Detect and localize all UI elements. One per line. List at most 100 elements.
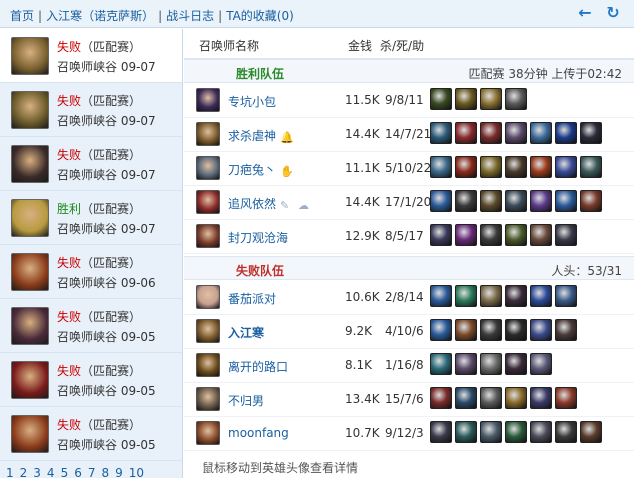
summoner-name-link[interactable]: 专坑小包 (228, 93, 276, 110)
item-icon[interactable] (530, 156, 552, 178)
item-icon[interactable] (505, 156, 527, 178)
item-icon[interactable] (505, 421, 527, 443)
page-link[interactable]: 8 (101, 466, 109, 478)
item-icon[interactable] (555, 387, 577, 409)
champion-icon[interactable] (196, 88, 220, 112)
champion-icon[interactable] (196, 285, 220, 309)
game-list-item[interactable]: 失败（匹配赛） 召唤师峡谷 09-05 (0, 407, 182, 461)
item-icon[interactable] (530, 387, 552, 409)
game-list-item[interactable]: 失败（匹配赛） 召唤师峡谷 09-05 (0, 299, 182, 353)
item-icon[interactable] (580, 122, 602, 144)
battle-log-link[interactable]: 战斗日志 (166, 9, 214, 23)
item-icon[interactable] (430, 156, 452, 178)
game-list-item[interactable]: 胜利（匹配赛） 召唤师峡谷 09-07 (0, 191, 182, 245)
item-icon[interactable] (505, 387, 527, 409)
item-icon[interactable] (430, 387, 452, 409)
page-link[interactable]: 7 (88, 466, 96, 478)
breadcrumb-home-link[interactable]: 首页 (10, 9, 34, 23)
summoner-name-link[interactable]: 离开的路口 (228, 358, 288, 375)
item-icon[interactable] (430, 285, 452, 307)
item-icon[interactable] (555, 319, 577, 341)
item-icon[interactable] (580, 421, 602, 443)
item-icon[interactable] (505, 285, 527, 307)
item-icon[interactable] (430, 421, 452, 443)
item-icon[interactable] (555, 421, 577, 443)
item-icon[interactable] (455, 421, 477, 443)
summoner-name-link[interactable]: moonfang (228, 426, 289, 440)
item-icon[interactable] (480, 190, 502, 212)
item-icon[interactable] (555, 122, 577, 144)
arrow-left-icon[interactable]: ← (576, 4, 594, 22)
game-list-item[interactable]: 失败（匹配赛） 召唤师峡谷 09-05 (0, 353, 182, 407)
summoner-name-link[interactable]: 入江寒 (228, 324, 264, 341)
summoner-name-link[interactable]: 追风依然 ✎ ☁ (228, 195, 312, 212)
item-icon[interactable] (430, 353, 452, 375)
item-icon[interactable] (430, 122, 452, 144)
page-link[interactable]: 4 (47, 466, 55, 478)
item-icon[interactable] (530, 353, 552, 375)
item-icon[interactable] (530, 122, 552, 144)
champion-icon[interactable] (196, 319, 220, 343)
item-icon[interactable] (480, 122, 502, 144)
item-icon[interactable] (530, 319, 552, 341)
item-icon[interactable] (455, 353, 477, 375)
summoner-name-link[interactable]: 刀疤兔丶 ✋ (228, 161, 294, 178)
game-list-item[interactable]: 失败（匹配赛） 召唤师峡谷 09-06 (0, 245, 182, 299)
favorites-link[interactable]: TA的收藏(0) (226, 9, 294, 23)
refresh-icon[interactable]: ↻ (604, 4, 622, 22)
champion-icon[interactable] (196, 156, 220, 180)
item-icon[interactable] (455, 319, 477, 341)
item-icon[interactable] (505, 190, 527, 212)
champion-icon[interactable] (196, 421, 220, 445)
breadcrumb-player-link[interactable]: 入江寒（诺克萨斯） (46, 9, 154, 23)
item-icon[interactable] (555, 190, 577, 212)
item-icon[interactable] (430, 224, 452, 246)
page-link[interactable]: 3 (33, 466, 41, 478)
page-link[interactable]: 9 (115, 466, 123, 478)
item-icon[interactable] (480, 285, 502, 307)
item-icon[interactable] (530, 190, 552, 212)
item-icon[interactable] (580, 190, 602, 212)
champion-icon[interactable] (196, 353, 220, 377)
item-icon[interactable] (555, 156, 577, 178)
item-icon[interactable] (480, 88, 502, 110)
summoner-name-link[interactable]: 番茄派对 (228, 290, 276, 307)
item-icon[interactable] (455, 122, 477, 144)
page-link[interactable]: 1 (6, 466, 14, 478)
item-icon[interactable] (480, 421, 502, 443)
item-icon[interactable] (505, 88, 527, 110)
item-icon[interactable] (430, 88, 452, 110)
item-icon[interactable] (580, 156, 602, 178)
item-icon[interactable] (555, 285, 577, 307)
page-link[interactable]: 6 (74, 466, 82, 478)
game-list-item[interactable]: 失败（匹配赛） 召唤师峡谷 09-07 (0, 83, 182, 137)
item-icon[interactable] (530, 224, 552, 246)
item-icon[interactable] (455, 224, 477, 246)
page-link[interactable]: 5 (61, 466, 69, 478)
game-list-item[interactable]: 失败（匹配赛） 召唤师峡谷 09-07 (0, 29, 182, 83)
item-icon[interactable] (480, 224, 502, 246)
champion-icon[interactable] (196, 387, 220, 411)
page-link[interactable]: 2 (20, 466, 28, 478)
item-icon[interactable] (455, 156, 477, 178)
champion-icon[interactable] (196, 224, 220, 248)
summoner-name-link[interactable]: 封刀观沧海 (228, 229, 288, 246)
item-icon[interactable] (530, 421, 552, 443)
item-icon[interactable] (555, 224, 577, 246)
item-icon[interactable] (480, 156, 502, 178)
item-icon[interactable] (530, 285, 552, 307)
item-icon[interactable] (455, 285, 477, 307)
game-list-item[interactable]: 失败（匹配赛） 召唤师峡谷 09-07 (0, 137, 182, 191)
item-icon[interactable] (505, 319, 527, 341)
item-icon[interactable] (430, 319, 452, 341)
page-link[interactable]: 10 (129, 466, 144, 478)
summoner-name-link[interactable]: 求杀虐神 🔔 (228, 127, 294, 144)
item-icon[interactable] (480, 319, 502, 341)
summoner-name-link[interactable]: 不归男 (228, 392, 264, 409)
champion-icon[interactable] (196, 122, 220, 146)
item-icon[interactable] (505, 353, 527, 375)
item-icon[interactable] (480, 387, 502, 409)
item-icon[interactable] (430, 190, 452, 212)
item-icon[interactable] (455, 387, 477, 409)
item-icon[interactable] (480, 353, 502, 375)
